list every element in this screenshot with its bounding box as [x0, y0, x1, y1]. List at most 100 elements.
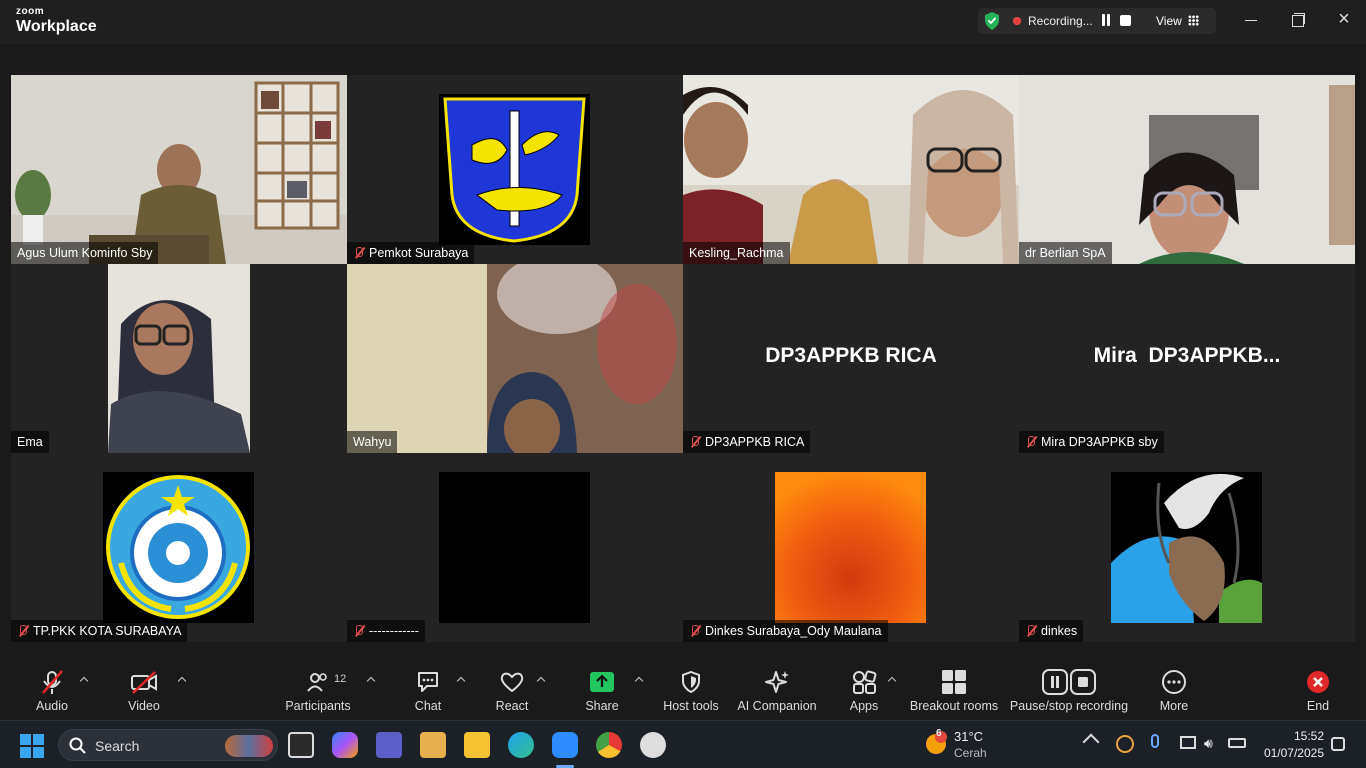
view-button[interactable]: View	[1156, 14, 1182, 28]
audio-button[interactable]: Audio	[30, 667, 74, 713]
chat-icon	[418, 672, 438, 692]
muted-mic-icon	[353, 624, 365, 638]
chat-label: Chat	[414, 699, 442, 713]
brand-name: Workplace	[16, 18, 97, 35]
participants-icon	[307, 673, 327, 692]
minimize-button[interactable]	[1242, 10, 1262, 30]
muted-mic-icon	[353, 246, 365, 260]
video-tile[interactable]: Agus Ulum Kominfo Sby	[11, 75, 347, 264]
apps-button[interactable]: Apps	[842, 667, 886, 713]
host-tools-label: Host tools	[663, 699, 719, 713]
pause-stop-recording-button[interactable]: Pause/stop recording	[1008, 667, 1130, 713]
media-app-icon[interactable]	[420, 732, 446, 758]
ai-companion-button[interactable]: AI Companion	[736, 667, 818, 713]
host-tools-button[interactable]: Host tools	[660, 667, 722, 713]
share-options-chevron-icon[interactable]	[634, 676, 644, 684]
participant-name-label: TP.PKK KOTA SURABAYA	[11, 620, 188, 642]
teams-icon[interactable]	[376, 732, 402, 758]
zoom-app-icon[interactable]	[552, 732, 578, 758]
chat-button[interactable]: Chat	[406, 667, 450, 713]
recording-pill: Recording... View	[978, 8, 1216, 34]
participants-options-chevron-icon[interactable]	[366, 676, 376, 684]
sparkle-icon	[765, 671, 789, 693]
muted-mic-icon	[17, 624, 29, 638]
windows-taskbar: Search 6 31°C Cerah 🔊︎ 15:52 01/07/2025	[0, 720, 1366, 768]
video-tile[interactable]: DP3APPKB RICA DP3APPKB RICA	[683, 264, 1019, 453]
name-text: TP.PKK KOTA SURABAYA	[33, 624, 182, 638]
participant-video	[347, 264, 683, 453]
breakout-rooms-button[interactable]: Breakout rooms	[908, 667, 1000, 713]
surabaya-emblem-avatar	[439, 94, 590, 245]
notification-bell-icon[interactable]	[1331, 737, 1345, 751]
participants-label: Participants	[285, 699, 351, 713]
share-button[interactable]: Share	[580, 667, 624, 713]
participant-name-label: Mira DP3APPKB sby	[1019, 431, 1164, 453]
video-tile[interactable]: Pemkot Surabaya	[347, 75, 683, 264]
video-options-chevron-icon[interactable]	[177, 676, 187, 684]
muted-mic-icon	[1025, 435, 1037, 449]
participant-avatar	[775, 472, 926, 623]
react-options-chevron-icon[interactable]	[536, 676, 546, 684]
participant-avatar	[439, 472, 590, 623]
pause-stop-icon	[1042, 669, 1096, 695]
close-window-button[interactable]: ×	[1334, 9, 1354, 30]
participant-name-label: Kesling_Rachma	[683, 242, 790, 264]
react-button[interactable]: React	[490, 667, 534, 713]
mic-muted-icon	[42, 670, 63, 694]
name-text: Pemkot Surabaya	[369, 246, 469, 260]
taskbar-search[interactable]: Search	[58, 729, 278, 761]
volume-icon[interactable]: 🔊︎	[1204, 735, 1213, 752]
audio-label: Audio	[36, 699, 68, 713]
clock-app-icon[interactable]	[640, 732, 666, 758]
microphone-tray-icon[interactable]	[1151, 734, 1159, 748]
edge-icon[interactable]	[508, 732, 534, 758]
share-screen-icon	[590, 672, 614, 692]
video-tile[interactable]: dinkes	[1019, 453, 1355, 642]
more-button[interactable]: More	[1152, 667, 1196, 713]
apps-options-chevron-icon[interactable]	[887, 676, 897, 684]
chrome-icon[interactable]	[596, 732, 622, 758]
copilot-icon[interactable]	[332, 732, 358, 758]
video-tile[interactable]: Ema	[11, 264, 347, 453]
video-tile[interactable]: TP.PKK KOTA SURABAYA	[11, 453, 347, 642]
shield-icon[interactable]	[984, 12, 1000, 30]
pause-stop-label: Pause/stop recording	[1009, 699, 1129, 713]
video-tile[interactable]: ------------	[347, 453, 683, 642]
stop-recording-button[interactable]	[1120, 15, 1131, 26]
sync-icon[interactable]	[1116, 735, 1134, 753]
video-grid: Agus Ulum Kominfo Sby Pemkot Surabaya Ke…	[11, 75, 1355, 642]
participant-video	[683, 75, 1019, 264]
audio-options-chevron-icon[interactable]	[79, 676, 89, 684]
video-tile[interactable]: Dinkes Surabaya_Ody Maulana	[683, 453, 1019, 642]
participant-name-label: Agus Ulum Kominfo Sby	[11, 242, 159, 264]
video-tile[interactable]: dr Berlian SpA	[1019, 75, 1355, 264]
name-text: dr Berlian SpA	[1025, 246, 1106, 260]
pkk-emblem-avatar	[103, 472, 254, 623]
chat-options-chevron-icon[interactable]	[456, 676, 466, 684]
video-tile[interactable]: Mira DP3APPKB... Mira DP3APPKB sby	[1019, 264, 1355, 453]
grid-view-icon[interactable]	[1188, 15, 1199, 26]
clock-time[interactable]: 15:52	[1268, 729, 1324, 743]
video-tile[interactable]: Kesling_Rachma	[683, 75, 1019, 264]
end-meeting-button[interactable]: End	[1296, 667, 1340, 713]
battery-icon[interactable]	[1228, 738, 1246, 748]
weather-desc: Cerah	[954, 746, 987, 760]
name-text: Mira DP3APPKB sby	[1041, 435, 1158, 449]
task-view-icon[interactable]	[288, 732, 314, 758]
windows-start-icon[interactable]	[20, 734, 44, 758]
restore-button[interactable]	[1288, 10, 1308, 30]
name-text: Kesling_Rachma	[689, 246, 784, 260]
apps-label: Apps	[849, 699, 879, 713]
display-icon[interactable]	[1180, 736, 1196, 749]
tray-overflow-chevron-icon[interactable]	[1082, 733, 1100, 751]
file-explorer-icon[interactable]	[464, 732, 490, 758]
apps-icon	[853, 670, 877, 694]
participant-name-label: dinkes	[1019, 620, 1084, 642]
video-tile-active-speaker[interactable]: Wahyu	[347, 264, 683, 453]
participant-video	[11, 75, 347, 264]
video-button[interactable]: Video	[122, 667, 166, 713]
clock-date[interactable]: 01/07/2025	[1258, 746, 1324, 760]
pause-recording-button[interactable]	[1100, 14, 1112, 27]
more-label: More	[1159, 699, 1189, 713]
camera-off-icon	[131, 671, 157, 694]
